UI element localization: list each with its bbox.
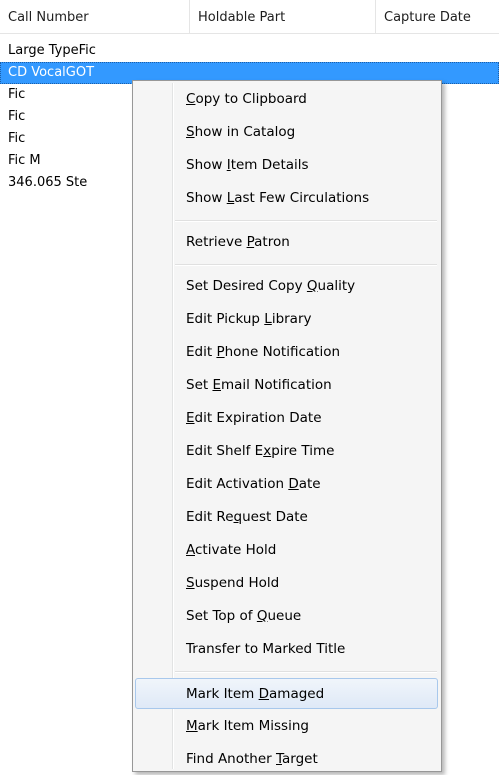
menu-item-edit-phone-notification[interactable]: Edit Phone Notification bbox=[135, 337, 438, 368]
menu-item-label: Edit Phone Notification bbox=[186, 344, 341, 360]
menu-item-suspend-hold[interactable]: Suspend Hold bbox=[135, 568, 438, 599]
menu-item-label: Set Desired Copy Quality bbox=[186, 278, 356, 294]
menu-item-show-in-catalog[interactable]: Show in Catalog bbox=[135, 117, 438, 148]
access-key: q bbox=[233, 509, 243, 525]
menu-item-label: Mark Item Damaged bbox=[186, 686, 325, 702]
context-menu: Copy to Clipboard Show in Catalog Show Ite… bbox=[132, 80, 442, 772]
menu-item-label: Transfer to Marked Title bbox=[186, 641, 346, 657]
menu-item-set-top-of-queue[interactable]: Set Top of Queue bbox=[135, 601, 438, 632]
access-key: P bbox=[246, 234, 255, 250]
menu-separator bbox=[175, 220, 437, 222]
access-key: A bbox=[186, 542, 195, 558]
menu-item-retrieve-patron[interactable]: Retrieve Patron bbox=[135, 227, 438, 258]
menu-item-find-another-target[interactable]: Find Another Target bbox=[135, 744, 438, 775]
access-key: D bbox=[258, 686, 270, 702]
access-key: S bbox=[186, 575, 195, 591]
access-key: E bbox=[186, 410, 195, 426]
menu-item-show-item-details[interactable]: Show Item Details bbox=[135, 150, 438, 181]
access-key: D bbox=[288, 476, 299, 492]
column-header-call-number[interactable]: Call Number bbox=[8, 9, 188, 27]
access-key: x bbox=[263, 443, 272, 459]
access-key: P bbox=[216, 344, 225, 360]
menu-item-transfer-to-marked-title[interactable]: Transfer to Marked Title bbox=[135, 634, 438, 665]
menu-item-label: Edit Pickup Library bbox=[186, 311, 312, 327]
access-key: S bbox=[186, 124, 195, 140]
call-number-cell: Fic M bbox=[8, 153, 41, 168]
call-number-cell: 346.065 Ste bbox=[8, 175, 88, 190]
menu-item-label: Suspend Hold bbox=[186, 575, 280, 591]
access-key: Q bbox=[306, 278, 318, 294]
menu-item-label: Copy to Clipboard bbox=[186, 91, 307, 107]
call-number-cell: Fic bbox=[8, 131, 26, 146]
menu-item-copy-to-clipboard[interactable]: Copy to Clipboard bbox=[135, 84, 438, 115]
menu-item-label: Edit Shelf Expire Time bbox=[186, 443, 335, 459]
access-key: Q bbox=[256, 608, 268, 624]
access-key: E bbox=[212, 377, 221, 393]
menu-item-label: Activate Hold bbox=[186, 542, 277, 558]
access-key: M bbox=[186, 718, 198, 734]
menu-item-set-email-notification[interactable]: Set Email Notification bbox=[135, 370, 438, 401]
column-separator[interactable] bbox=[189, 0, 190, 33]
access-key: L bbox=[226, 190, 235, 206]
column-separator[interactable] bbox=[375, 0, 376, 33]
menu-item-label: Retrieve Patron bbox=[186, 234, 290, 250]
menu-item-label: Mark Item Missing bbox=[186, 718, 309, 734]
grid-header: Call Number Holdable Part Capture Date bbox=[0, 0, 499, 34]
menu-item-edit-shelf-expire-time[interactable]: Edit Shelf Expire Time bbox=[135, 436, 438, 467]
access-key: I bbox=[226, 157, 231, 173]
menu-separator bbox=[175, 264, 437, 266]
menu-item-label: Edit Activation Date bbox=[186, 476, 321, 492]
menu-item-edit-activation-date[interactable]: Edit Activation Date bbox=[135, 469, 438, 500]
menu-separator bbox=[175, 671, 437, 673]
menu-item-label: Find Another Target bbox=[186, 751, 318, 767]
call-number-cell: Fic bbox=[8, 87, 26, 102]
menu-item-label: Set Email Notification bbox=[186, 377, 332, 393]
table-row[interactable]: Large TypeFic bbox=[0, 40, 499, 62]
menu-item-label: Edit Request Date bbox=[186, 509, 308, 525]
access-key: C bbox=[186, 91, 196, 107]
menu-item-label: Show Last Few Circulations bbox=[186, 190, 370, 206]
call-number-cell: Fic bbox=[8, 109, 26, 124]
access-key: T bbox=[276, 751, 283, 767]
column-header-holdable-part[interactable]: Holdable Part bbox=[198, 9, 368, 27]
menu-item-edit-pickup-library[interactable]: Edit Pickup Library bbox=[135, 304, 438, 335]
menu-item-label: Show in Catalog bbox=[186, 124, 296, 140]
column-header-capture-date[interactable]: Capture Date bbox=[384, 9, 499, 27]
call-number-cell: Large TypeFic bbox=[8, 43, 96, 58]
menu-item-label: Show Item Details bbox=[186, 157, 309, 173]
menu-item-activate-hold[interactable]: Activate Hold bbox=[135, 535, 438, 566]
menu-item-edit-request-date[interactable]: Edit Request Date bbox=[135, 502, 438, 533]
menu-item-mark-item-damaged[interactable]: Mark Item Damaged bbox=[135, 678, 438, 709]
menu-item-edit-expiration-date[interactable]: Edit Expiration Date bbox=[135, 403, 438, 434]
access-key: L bbox=[264, 311, 272, 327]
menu-item-set-desired-copy-quality[interactable]: Set Desired Copy Quality bbox=[135, 271, 438, 302]
menu-item-label: Set Top of Queue bbox=[186, 608, 302, 624]
menu-item-show-last-few-circulations[interactable]: Show Last Few Circulations bbox=[135, 183, 438, 214]
menu-item-mark-item-missing[interactable]: Mark Item Missing bbox=[135, 711, 438, 742]
menu-item-label: Edit Expiration Date bbox=[186, 410, 322, 426]
